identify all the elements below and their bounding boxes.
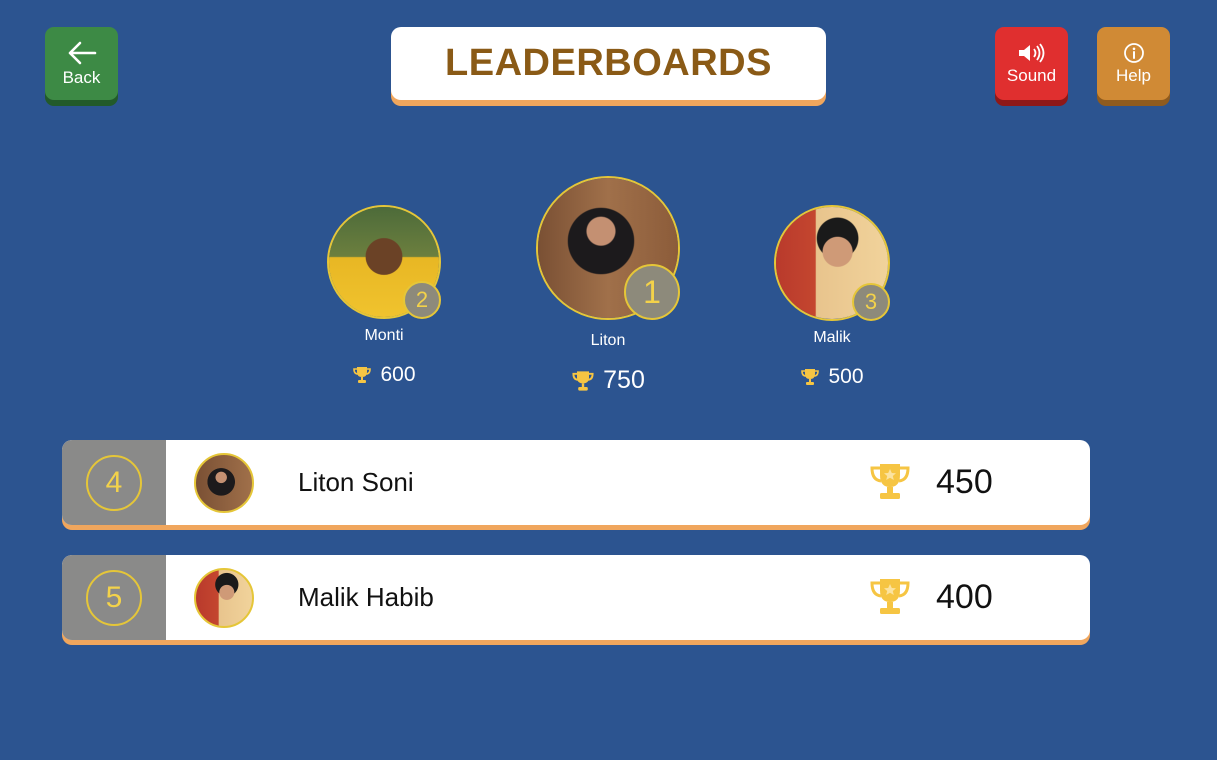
back-button[interactable]: Back <box>45 27 118 100</box>
player-score: 750 <box>535 366 681 395</box>
trophy-icon <box>801 369 820 385</box>
rank-number: 2 <box>415 287 429 312</box>
rank-badge: 1 <box>624 264 680 320</box>
avatar <box>194 453 254 513</box>
info-icon <box>1123 42 1144 63</box>
help-button[interactable]: Help <box>1097 27 1170 100</box>
help-label: Help <box>1116 65 1151 85</box>
page-title: LEADERBOARDS <box>445 42 772 84</box>
player-name: Liton <box>590 332 626 349</box>
player-name: Monti <box>364 327 404 344</box>
avatar: 3 <box>774 205 890 321</box>
trophy-icon <box>870 579 910 614</box>
rank-number: 4 <box>105 465 123 499</box>
podium-rank-2[interactable]: 2 Monti 600 <box>324 205 444 387</box>
leaderboard-row-4[interactable]: 4 Liton Soni 450 <box>62 440 1090 525</box>
sound-label: Sound <box>1006 65 1057 85</box>
rank-badge: 4 <box>86 454 142 511</box>
podium-rank-3[interactable]: 3 Malik 500 <box>772 205 892 389</box>
rank-cell: 4 <box>62 440 166 525</box>
rank-badge: 3 <box>852 283 890 321</box>
rank-badge: 2 <box>403 281 441 319</box>
avatar: 1 <box>536 176 680 320</box>
avatar <box>194 568 254 628</box>
title-banner: LEADERBOARDS <box>391 27 826 100</box>
speaker-icon <box>1018 42 1044 63</box>
trophy-icon <box>870 464 910 499</box>
arrow-left-icon <box>68 41 96 64</box>
avatar: 2 <box>327 205 441 319</box>
score-value: 600 <box>380 363 416 386</box>
rank-cell: 5 <box>62 555 166 640</box>
player-score: 500 <box>772 365 892 389</box>
rank-badge: 5 <box>86 569 142 626</box>
player-name: Malik <box>813 329 851 346</box>
leaderboard-row-5[interactable]: 5 Malik Habib 400 <box>62 555 1090 640</box>
rank-number: 5 <box>105 580 123 614</box>
rank-number: 3 <box>864 289 878 314</box>
player-score: 400 <box>936 578 993 616</box>
sound-button[interactable]: Sound <box>995 27 1068 100</box>
player-score: 450 <box>936 463 993 501</box>
player-score: 600 <box>324 363 444 387</box>
score-value: 750 <box>603 366 645 394</box>
podium-rank-1[interactable]: 1 Liton 750 <box>535 176 681 395</box>
score-value: 500 <box>828 365 864 388</box>
rank-number: 1 <box>643 273 661 310</box>
back-label: Back <box>62 67 101 87</box>
trophy-icon <box>353 367 372 383</box>
player-name: Malik Habib <box>298 582 434 612</box>
trophy-icon <box>572 370 594 391</box>
player-name: Liton Soni <box>298 467 414 497</box>
